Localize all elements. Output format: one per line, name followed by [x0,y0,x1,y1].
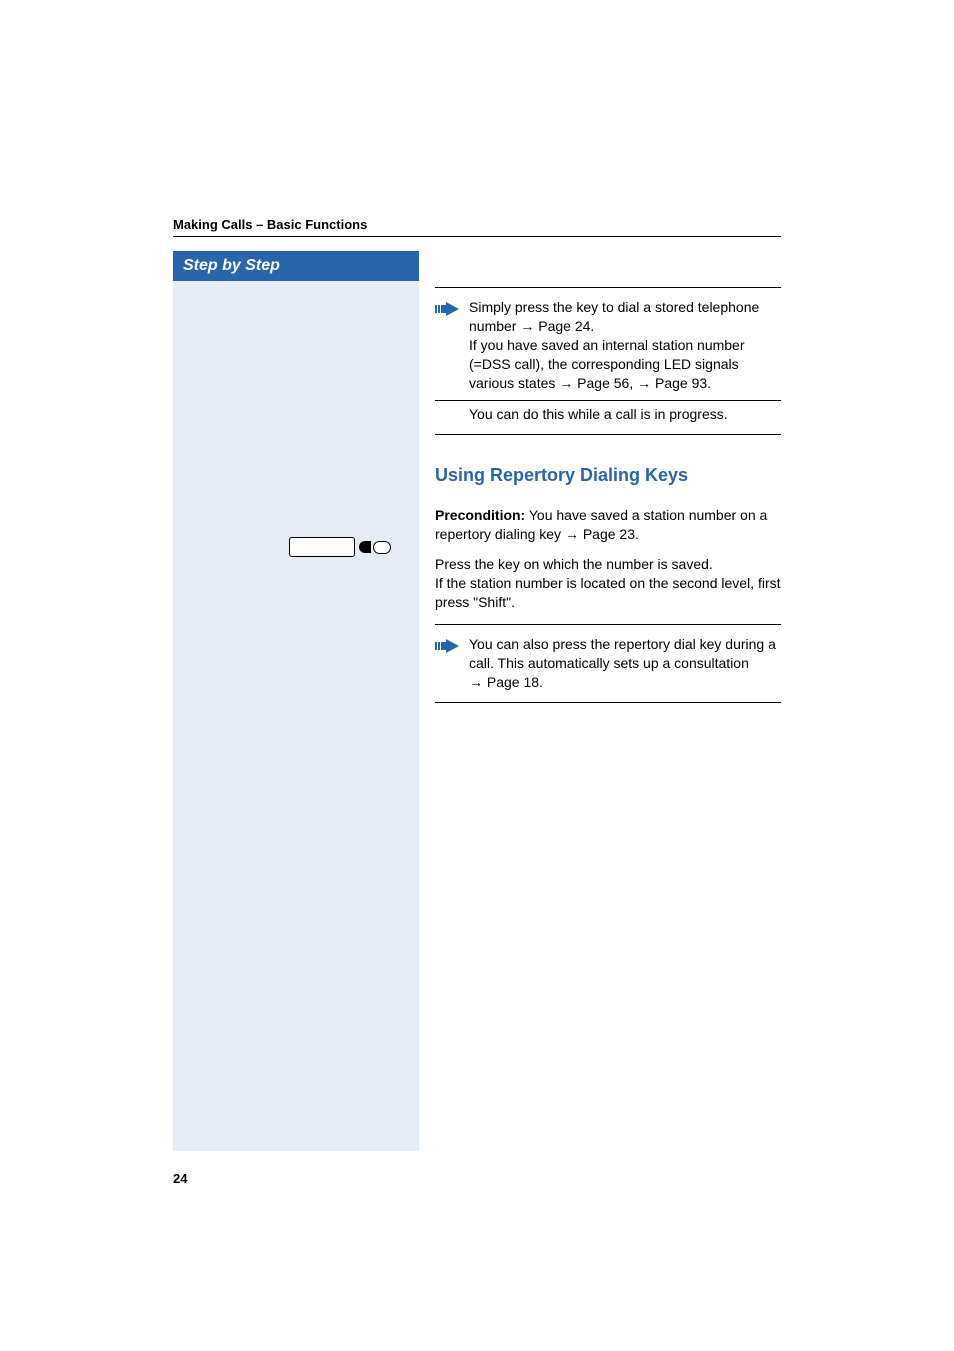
running-head: Making Calls – Basic Functions [173,217,781,232]
section-heading: Using Repertory Dialing Keys [435,463,781,487]
arrow-icon: → [637,375,651,391]
arrow-icon: → [565,526,579,542]
key-connector-icon [359,541,371,553]
precondition-paragraph: Precondition: You have saved a station n… [435,506,781,544]
note-box-1: Simply press the key to dial a stored te… [435,287,781,435]
press-key-line1: Press the key on which the number is sav… [435,556,713,572]
note1-line1b: Page 24. [534,318,594,334]
key-button-icon [289,537,355,557]
key-led-icon [373,541,391,554]
note1-line2b: Page 56, [573,375,637,391]
note1-line2c: Page 93. [651,375,711,391]
info-arrow-icon [435,298,469,323]
info-arrow-icon [435,635,469,660]
note-box-2: You can also press the repertory dial ke… [435,624,781,703]
page-number: 24 [173,1171,187,1186]
sidebar-title: Step by Step [173,251,419,281]
main-content: Simply press the key to dial a stored te… [419,251,781,725]
note2-row: You can also press the repertory dial ke… [435,631,781,696]
two-column-layout: Step by Step Simply press the key to dia… [173,251,781,1151]
press-key-paragraph: Press the key on which the number is sav… [435,555,781,612]
arrow-icon: → [559,375,573,391]
key-diagram [289,537,391,557]
note2-text1: You can also press the repertory dial ke… [469,636,776,671]
note-row-1: Simply press the key to dial a stored te… [435,294,781,396]
arrow-icon: → [520,318,534,334]
note-row-2: You can do this while a call is in progr… [435,400,781,428]
note2-text: You can also press the repertory dial ke… [469,635,781,692]
note1-line3: You can do this while a call is in progr… [469,405,781,424]
header-rule [173,236,781,237]
note-icon-spacer [435,405,469,407]
note1-line1a: Simply press the key to dial a stored te… [469,299,759,334]
note2-text2: Page 18. [483,674,543,690]
note-text-1: Simply press the key to dial a stored te… [469,298,781,392]
sidebar: Step by Step [173,251,419,1151]
press-key-line2: If the station number is located on the … [435,575,781,610]
precondition-page: Page 23. [579,526,639,542]
arrow-icon: → [469,674,483,690]
precondition-label: Precondition: [435,507,525,523]
